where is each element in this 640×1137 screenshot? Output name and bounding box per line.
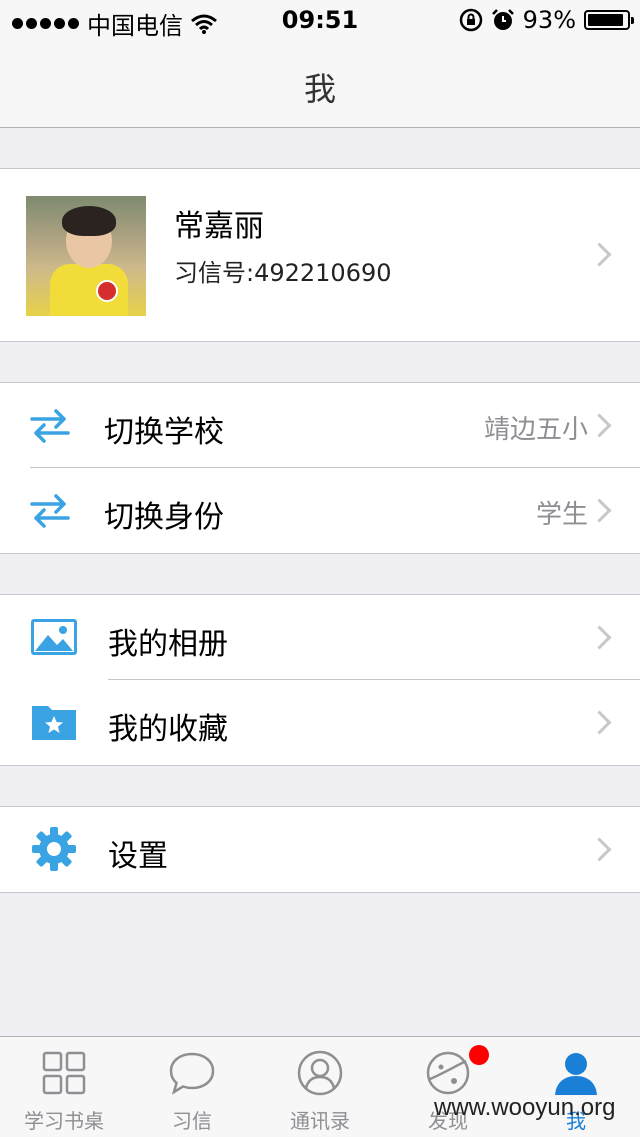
- gear-icon: [32, 827, 76, 871]
- battery-percent: 93%: [522, 6, 576, 34]
- chevron-right-icon: [587, 837, 612, 862]
- battery-icon: [584, 10, 634, 30]
- rotation-lock-icon: [459, 8, 482, 32]
- navigation-bar: 我: [0, 40, 640, 128]
- page-title: 我: [303, 70, 336, 108]
- profile-card[interactable]: 常嘉丽 习信号:492210690: [0, 168, 640, 342]
- profile-id: 习信号:492210690: [174, 259, 392, 287]
- tab-label: 学习书桌: [24, 1109, 104, 1133]
- tab-label: 通讯录: [290, 1109, 350, 1133]
- contacts-icon: [297, 1050, 343, 1096]
- switch-school-label: 切换学校: [104, 415, 224, 450]
- swap-arrows-icon: [30, 494, 70, 528]
- watermark: www.wooyun.org: [434, 1094, 616, 1121]
- chevron-right-icon: [587, 625, 612, 650]
- alarm-icon: [491, 9, 514, 30]
- switch-school-row[interactable]: 切换学校 靖边五小: [0, 383, 640, 468]
- chevron-right-icon: [587, 710, 612, 735]
- settings-row[interactable]: 设置: [0, 807, 640, 892]
- status-right: 93%: [459, 6, 634, 34]
- settings-group: 设置: [0, 806, 640, 893]
- photo-album-icon: [31, 619, 77, 655]
- tab-me[interactable]: 我: [512, 1037, 640, 1137]
- my-favorites-row[interactable]: 我的收藏: [0, 680, 640, 765]
- battery-fill: [588, 14, 624, 26]
- notification-badge: [469, 1045, 489, 1065]
- favorites-folder-icon: [32, 706, 76, 740]
- settings-label: 设置: [108, 839, 168, 874]
- chevron-right-icon: [587, 242, 612, 267]
- my-album-row[interactable]: 我的相册: [0, 595, 640, 680]
- discover-planet-icon: [426, 1051, 470, 1095]
- tab-messages[interactable]: 习信: [128, 1037, 256, 1137]
- switch-school-value: 靖边五小: [483, 415, 588, 445]
- switch-group: 切换学校 靖边五小 切换身份 学生: [0, 382, 640, 554]
- tab-discover[interactable]: 发现: [384, 1037, 512, 1137]
- personal-group: 我的相册 我的收藏: [0, 594, 640, 766]
- my-album-label: 我的相册: [108, 627, 228, 662]
- chevron-right-icon: [587, 413, 612, 438]
- tab-study-desk[interactable]: 学习书桌: [0, 1037, 128, 1137]
- chat-bubble-icon: [169, 1052, 215, 1095]
- avatar: [26, 196, 146, 316]
- switch-identity-label: 切换身份: [104, 500, 224, 535]
- my-favorites-label: 我的收藏: [108, 712, 228, 747]
- chevron-right-icon: [587, 498, 612, 523]
- switch-identity-row[interactable]: 切换身份 学生: [0, 468, 640, 553]
- tab-contacts[interactable]: 通讯录: [256, 1037, 384, 1137]
- profile-name: 常嘉丽: [174, 209, 264, 244]
- swap-arrows-icon: [30, 409, 70, 443]
- person-icon: [555, 1053, 597, 1095]
- status-bar: 中国电信 09:51 93%: [0, 0, 640, 40]
- switch-identity-value: 学生: [535, 500, 588, 530]
- grid-icon: [42, 1051, 86, 1095]
- tab-label: 习信: [172, 1109, 212, 1133]
